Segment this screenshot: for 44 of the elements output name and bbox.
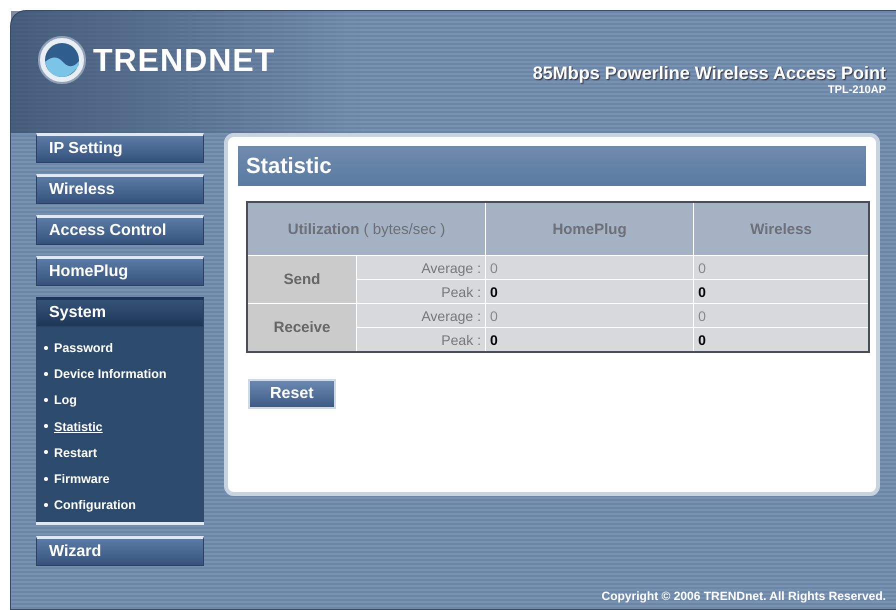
table-cell: 0 (694, 304, 869, 328)
panel-title: Statistic (238, 146, 866, 186)
table-cell: 0 (694, 280, 869, 304)
submenu-link[interactable]: Firmware (42, 466, 204, 492)
submenu-link[interactable]: Restart (42, 440, 204, 466)
bullet-icon (44, 450, 48, 454)
reset-button[interactable]: Reset (248, 379, 336, 409)
logo-icon (37, 35, 87, 85)
table-cell: 0 (486, 328, 694, 352)
submenu-link[interactable]: Password (42, 335, 204, 362)
row-label: Average : (356, 304, 486, 328)
row-label: Peak : (356, 328, 486, 352)
row-group-label: Send (247, 256, 356, 304)
table-cell: 0 (486, 256, 694, 280)
submenu-link[interactable]: Device Information (42, 361, 204, 388)
bullet-icon (44, 398, 48, 402)
brand-name: TRENDNET (93, 42, 276, 78)
submenu-link[interactable]: Log (42, 387, 204, 414)
column-header: Wireless (694, 202, 869, 256)
bullet-icon (44, 372, 48, 376)
table-cell: 0 (486, 280, 694, 304)
menu-button[interactable]: HomePlug (36, 256, 204, 286)
table-cell: 0 (694, 256, 869, 280)
submenu-link[interactable]: Configuration (42, 492, 204, 518)
bullet-icon (44, 346, 48, 350)
model-number: TPL-210AP (828, 84, 886, 96)
product-title: 85Mbps Powerline Wireless Access Point (532, 63, 886, 84)
submenu-link[interactable]: Statistic (42, 414, 204, 440)
table-cell: 0 (486, 304, 694, 328)
copyright-text: Copyright © 2006 TRENDnet. All Rights Reserved. (602, 589, 886, 603)
column-header: Utilization ( bytes/sec ) (247, 202, 486, 256)
column-header: HomePlug (486, 202, 694, 256)
row-label: Average : (356, 256, 486, 280)
row-label: Peak : (356, 280, 486, 304)
bullet-icon (44, 502, 48, 507)
menu-button[interactable]: Access Control (36, 215, 204, 245)
bullet-icon (44, 424, 48, 428)
menu-button[interactable]: IP Setting (36, 133, 204, 163)
table-cell: 0 (694, 328, 869, 352)
menu-button[interactable]: Wizard (36, 536, 204, 566)
menu-button[interactable]: Wireless (36, 174, 204, 204)
menu-button[interactable]: System (36, 297, 204, 327)
row-group-label: Receive (247, 304, 356, 352)
bullet-icon (44, 476, 48, 481)
